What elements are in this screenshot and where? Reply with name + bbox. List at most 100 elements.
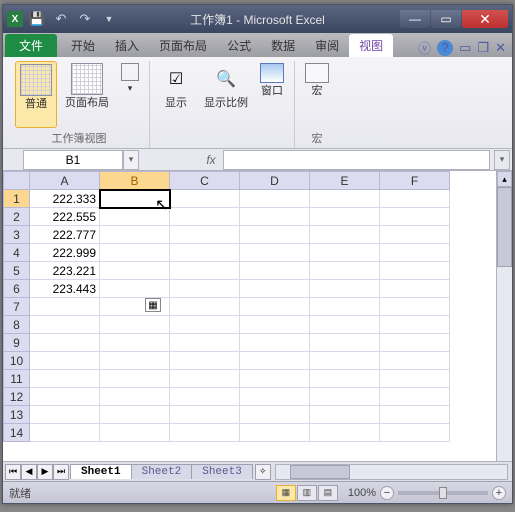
maximize-button[interactable]: ▭ <box>431 10 461 28</box>
row-header-14[interactable]: 14 <box>4 424 30 442</box>
cell-E7[interactable] <box>310 298 380 316</box>
horizontal-scrollbar[interactable] <box>275 464 508 480</box>
hscroll-thumb[interactable] <box>290 465 350 479</box>
cell-A1[interactable]: 222.333 <box>30 190 100 208</box>
cell-C9[interactable] <box>170 334 240 352</box>
cell-A4[interactable]: 222.999 <box>30 244 100 262</box>
doc-restore-icon[interactable]: ❐ <box>477 40 489 56</box>
tab-审阅[interactable]: 审阅 <box>305 34 349 57</box>
cell-B8[interactable] <box>100 316 170 334</box>
cell-C5[interactable] <box>170 262 240 280</box>
cell-C12[interactable] <box>170 388 240 406</box>
cell-F9[interactable] <box>380 334 450 352</box>
cell-E4[interactable] <box>310 244 380 262</box>
row-header-13[interactable]: 13 <box>4 406 30 424</box>
cell-F1[interactable] <box>380 190 450 208</box>
show-button[interactable]: ☑ 显示 <box>156 61 196 132</box>
cell-A2[interactable]: 222.555 <box>30 208 100 226</box>
zoom-in-button[interactable]: + <box>492 486 506 500</box>
redo-icon[interactable]: ↷ <box>75 9 95 29</box>
col-header-A[interactable]: A <box>30 172 100 190</box>
cell-F2[interactable] <box>380 208 450 226</box>
zoom-out-button[interactable]: − <box>380 486 394 500</box>
cell-F3[interactable] <box>380 226 450 244</box>
tab-nav-prev-icon[interactable]: ◀ <box>21 464 37 480</box>
cell-A6[interactable]: 223.443 <box>30 280 100 298</box>
cell-D13[interactable] <box>240 406 310 424</box>
cell-F10[interactable] <box>380 352 450 370</box>
col-header-C[interactable]: C <box>170 172 240 190</box>
cell-A7[interactable] <box>30 298 100 316</box>
tab-视图[interactable]: 视图 <box>349 34 393 57</box>
zoom-slider[interactable] <box>398 491 488 495</box>
window-button[interactable]: 窗口 <box>256 61 288 132</box>
minimize-button[interactable]: — <box>400 10 430 28</box>
cell-C8[interactable] <box>170 316 240 334</box>
tab-开始[interactable]: 开始 <box>61 34 105 57</box>
cell-B10[interactable] <box>100 352 170 370</box>
row-header-1[interactable]: 1 <box>4 190 30 208</box>
cell-B5[interactable] <box>100 262 170 280</box>
view-pagelayout-button[interactable]: 页面布局 <box>61 61 113 128</box>
cell-A5[interactable]: 223.221 <box>30 262 100 280</box>
cell-E2[interactable] <box>310 208 380 226</box>
cell-C1[interactable] <box>170 190 240 208</box>
macro-button[interactable]: 宏 <box>301 61 333 128</box>
select-all-corner[interactable] <box>4 172 30 190</box>
fx-icon[interactable]: fx <box>199 153 223 167</box>
cell-B4[interactable] <box>100 244 170 262</box>
cell-E10[interactable] <box>310 352 380 370</box>
row-header-4[interactable]: 4 <box>4 244 30 262</box>
tab-页面布局[interactable]: 页面布局 <box>149 34 217 57</box>
cell-D2[interactable] <box>240 208 310 226</box>
view-pagebreak-button[interactable]: ▾ <box>117 61 143 128</box>
cell-E11[interactable] <box>310 370 380 388</box>
row-header-9[interactable]: 9 <box>4 334 30 352</box>
col-header-D[interactable]: D <box>240 172 310 190</box>
cell-B14[interactable] <box>100 424 170 442</box>
view-normal-button[interactable]: 普通 <box>15 61 57 128</box>
cell-E1[interactable] <box>310 190 380 208</box>
tab-数据[interactable]: 数据 <box>261 34 305 57</box>
cell-D12[interactable] <box>240 388 310 406</box>
cell-C6[interactable] <box>170 280 240 298</box>
cell-E9[interactable] <box>310 334 380 352</box>
row-header-2[interactable]: 2 <box>4 208 30 226</box>
row-header-11[interactable]: 11 <box>4 370 30 388</box>
cell-A3[interactable]: 222.777 <box>30 226 100 244</box>
cell-A13[interactable] <box>30 406 100 424</box>
cell-F5[interactable] <box>380 262 450 280</box>
vscroll-thumb[interactable] <box>497 187 512 267</box>
col-header-B[interactable]: B <box>100 172 170 190</box>
cell-B6[interactable] <box>100 280 170 298</box>
new-sheet-icon[interactable]: ✧ <box>255 464 271 480</box>
cell-C4[interactable] <box>170 244 240 262</box>
cell-D5[interactable] <box>240 262 310 280</box>
sheet-tab-Sheet2[interactable]: Sheet2 <box>131 464 193 479</box>
cell-B1[interactable] <box>100 190 170 208</box>
sheet-tab-Sheet1[interactable]: Sheet1 <box>70 464 132 479</box>
cell-E6[interactable] <box>310 280 380 298</box>
cell-C3[interactable] <box>170 226 240 244</box>
cell-E12[interactable] <box>310 388 380 406</box>
row-header-8[interactable]: 8 <box>4 316 30 334</box>
tab-公式[interactable]: 公式 <box>217 34 261 57</box>
cell-A14[interactable] <box>30 424 100 442</box>
cell-E14[interactable] <box>310 424 380 442</box>
zoom-level[interactable]: 100% <box>348 487 376 499</box>
tab-nav-next-icon[interactable]: ▶ <box>37 464 53 480</box>
cell-D9[interactable] <box>240 334 310 352</box>
cell-E8[interactable] <box>310 316 380 334</box>
cell-D11[interactable] <box>240 370 310 388</box>
namebox-dropdown-icon[interactable]: ▾ <box>123 150 139 170</box>
cell-C2[interactable] <box>170 208 240 226</box>
close-button[interactable]: ✕ <box>462 10 508 28</box>
cell-E5[interactable] <box>310 262 380 280</box>
row-header-3[interactable]: 3 <box>4 226 30 244</box>
scroll-up-icon[interactable]: ▴ <box>497 171 512 187</box>
row-header-12[interactable]: 12 <box>4 388 30 406</box>
doc-close-icon[interactable]: ✕ <box>495 40 506 56</box>
cell-B13[interactable] <box>100 406 170 424</box>
cell-B2[interactable] <box>100 208 170 226</box>
cell-F8[interactable] <box>380 316 450 334</box>
